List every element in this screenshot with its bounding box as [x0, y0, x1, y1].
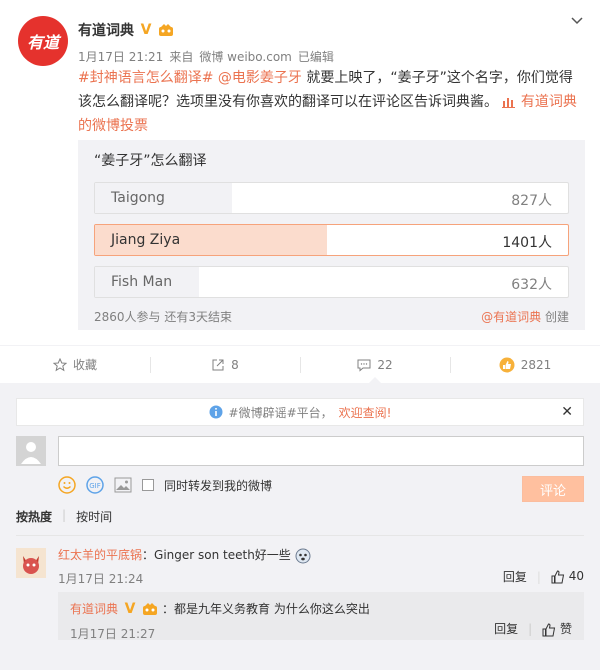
weibo-post-card: 有道 有道词典 V 1月17日 21:21 来自 微博 weibo.com 已编辑 #…	[0, 0, 600, 383]
poll-option[interactable]: Fish Man 632人	[94, 266, 569, 298]
post-time[interactable]: 1月17日 21:21	[78, 50, 163, 64]
reply-author-name[interactable]: 有道词典	[70, 600, 118, 617]
comment-sort-tabs: 按热度 | 按时间	[16, 508, 584, 536]
mention-link[interactable]: @电影姜子牙	[218, 70, 302, 86]
reply-actions: 回复 | 赞	[494, 620, 572, 637]
favorite-button[interactable]: 收藏	[0, 346, 150, 383]
poll-footer: 2860人参与 还有3天结束 @有道词典 创建	[94, 308, 569, 325]
rumor-notice-bar: #微博辟谣#平台， 欢迎查阅! ✕	[16, 398, 584, 426]
source-prefix: 来自	[169, 50, 194, 64]
actions-divider: |	[536, 569, 541, 584]
post-text: #封神语言怎么翻译# @电影姜子牙 就要上映了，“姜子牙”这个名字，你们觉得该怎…	[78, 66, 583, 138]
verified-icon[interactable]: V	[122, 601, 138, 617]
actions-divider: |	[528, 621, 533, 636]
thumbs-up-icon	[551, 570, 564, 584]
poll-option[interactable]: Taigong 827人	[94, 182, 569, 214]
thumbs-up-icon	[542, 622, 556, 636]
poll-question: “姜子牙”怎么翻译	[94, 153, 207, 169]
sort-by-hot-tab[interactable]: 按热度	[16, 508, 52, 525]
comment-button[interactable]: 22	[300, 346, 450, 383]
post-source[interactable]: 微博 weibo.com	[199, 50, 292, 64]
comment-icon	[357, 359, 371, 372]
like-icon	[499, 357, 515, 372]
hashtag-link[interactable]: #封神语言怎么翻译#	[78, 70, 213, 86]
member-crown-icon[interactable]	[158, 23, 174, 37]
post-actions-bar: 收藏 8 22 2821	[0, 345, 600, 383]
poll-option-label: Jiang Ziya	[111, 232, 181, 248]
avatar-logo-text: 有道	[26, 33, 59, 52]
reply-item: 有道词典 V ：都是九年义务教育 为什么你这么突出 1月17日 21:27 回复…	[58, 592, 584, 641]
poll-options: Taigong 827人 Jiang Ziya 1401人 Fish Man 632人	[94, 182, 569, 298]
sort-by-time-tab[interactable]: 按时间	[76, 508, 112, 525]
poll-option-label: Fish Man	[111, 274, 173, 290]
like-button[interactable]: 2821	[450, 346, 600, 383]
chart-icon	[502, 98, 516, 108]
comment-body: 红太羊的平底锅：Ginger son teeth好一些	[58, 546, 584, 564]
scared-emoji-icon	[295, 548, 311, 563]
reply-like-button[interactable]: 赞	[542, 620, 572, 637]
commenter-avatar[interactable]	[16, 548, 46, 578]
composer-tools: GIF 同时转发到我的微博	[58, 476, 272, 494]
star-icon	[52, 357, 67, 371]
notice-link[interactable]: 欢迎查阅!	[339, 404, 392, 421]
poll-creator-link[interactable]: @有道词典	[481, 310, 541, 324]
comment-item: 红太羊的平底锅：Ginger son teeth好一些 1月17日 21:24 …	[16, 546, 584, 641]
comment-composer: GIF 同时转发到我的微博 评论	[16, 436, 584, 502]
info-icon	[209, 405, 223, 419]
notice-tag: #微博辟谣#平台，	[228, 405, 333, 420]
emoji-icon[interactable]	[58, 476, 76, 494]
repost-button[interactable]: 8	[150, 346, 300, 383]
poll-option-count: 827人	[511, 193, 552, 209]
comment-time: 1月17日 21:24	[58, 572, 144, 586]
svg-text:GIF: GIF	[89, 482, 101, 490]
reply-text: ：都是九年义务教育 为什么你这么突出	[162, 602, 370, 616]
image-icon[interactable]	[114, 477, 132, 493]
comment-like-button[interactable]: 40	[551, 569, 584, 584]
poll-participants: 2860人参与	[94, 310, 161, 324]
poll-create-label: 创建	[544, 310, 569, 324]
comment-input[interactable]	[58, 436, 584, 466]
reply-like-label: 赞	[559, 622, 572, 636]
post-meta: 1月17日 21:21 来自 微博 weibo.com 已编辑	[78, 48, 340, 65]
poll-remaining: 还有3天结束	[164, 310, 233, 324]
poll-option-label: Taigong	[111, 190, 165, 206]
repost-icon	[212, 359, 224, 370]
gif-icon[interactable]: GIF	[86, 476, 104, 494]
comments-section: #微博辟谣#平台， 欢迎查阅! ✕ GIF 同时转发到我的微博 评论 按热度 | …	[0, 383, 600, 670]
repost-checkbox-label: 同时转发到我的微博	[164, 478, 273, 493]
chevron-down-icon[interactable]	[570, 14, 584, 28]
member-crown-icon[interactable]	[142, 602, 158, 616]
reply-reply-button[interactable]: 回复	[494, 620, 518, 637]
repost-count: 8	[231, 357, 239, 372]
repost-checkbox[interactable]	[142, 479, 154, 491]
comment-actions: 回复 | 40	[503, 568, 584, 585]
comment-reply-button[interactable]: 回复	[503, 568, 527, 585]
edited-label[interactable]: 已编辑	[298, 50, 334, 64]
poll-option-count: 632人	[511, 277, 552, 293]
poll-option-count: 1401人	[502, 235, 552, 251]
comment-like-count: 40	[568, 569, 584, 584]
comment-count: 22	[377, 357, 393, 372]
favorite-label: 收藏	[72, 358, 97, 372]
verified-icon[interactable]: V	[138, 22, 154, 38]
author-avatar[interactable]: 有道	[18, 16, 68, 66]
close-icon[interactable]: ✕	[561, 404, 573, 420]
user-avatar	[16, 436, 46, 466]
post-header: 有道词典 V 1月17日 21:21 来自 微博 weibo.com 已编辑	[78, 20, 340, 65]
comment-text: ：Ginger son teeth好一些	[142, 548, 291, 562]
post: 有道 有道词典 V 1月17日 21:21 来自 微博 weibo.com 已编辑 #…	[0, 0, 600, 345]
sort-divider: |	[62, 508, 67, 522]
poll-card: “姜子牙”怎么翻译 Taigong 827人 Jiang Ziya 1401人 Fish…	[78, 140, 585, 330]
submit-comment-button[interactable]: 评论	[522, 476, 584, 502]
author-name[interactable]: 有道词典	[78, 20, 134, 40]
poll-option[interactable]: Jiang Ziya 1401人	[94, 224, 569, 256]
like-count: 2821	[520, 357, 552, 372]
commenter-name[interactable]: 红太羊的平底锅	[58, 548, 142, 562]
